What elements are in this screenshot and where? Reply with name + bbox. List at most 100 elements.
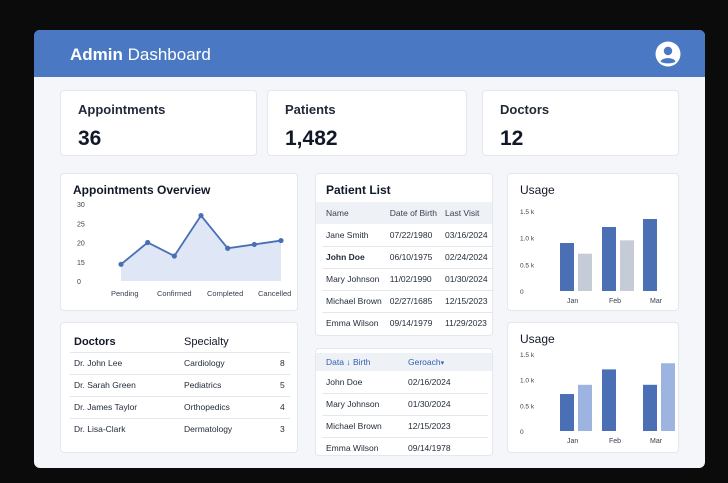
column-header[interactable]: Last Visit — [441, 202, 492, 224]
bar — [661, 363, 675, 431]
table-row[interactable]: Emma Wilson 09/14/1979 11/29/2023 — [322, 312, 492, 334]
column-header[interactable]: Date of Birth — [386, 202, 441, 224]
x-tick-label: Mar — [650, 298, 663, 305]
table-header-row: Doctors Specialty — [70, 333, 290, 352]
card-title: Appointments Overview — [73, 183, 211, 197]
stat-label: Appointments — [78, 102, 166, 117]
table-row[interactable]: Emma Wilson 09/14/1978 — [322, 437, 488, 459]
y-tick-label: 0 — [77, 279, 81, 286]
cell: Mary Johnson — [326, 274, 380, 284]
stat-card-doctors[interactable]: Doctors 12 — [482, 90, 679, 156]
secondary-table-card: Data ↓ Birth Geroach▾ John Doe 02/16/202… — [315, 348, 493, 456]
cell: Emma Wilson — [326, 318, 379, 329]
column-header[interactable]: Geroach▾ — [404, 353, 488, 371]
cell: 01/30/2024 — [408, 399, 451, 409]
cell: 8 — [280, 358, 285, 368]
cell: 3 — [280, 424, 285, 435]
y-tick-label: 1.5 k — [520, 352, 535, 359]
appointments-line-chart: 0 15 20 25 30 Pending Confirmed Completed Cancel… — [77, 202, 291, 298]
cell: Michael Brown — [326, 296, 382, 306]
cell: 09/14/1978 — [408, 443, 451, 454]
table-row[interactable]: John Doe 06/10/1975 02/24/2024 — [322, 246, 492, 268]
y-tick-label: 0 — [520, 429, 524, 436]
sort-down-icon[interactable]: ↓ — [346, 357, 350, 367]
patient-list-card: Patient List Name Date of Birth Last Vis… — [315, 173, 493, 336]
y-tick-label: 25 — [77, 221, 85, 228]
table-row[interactable]: John Doe 02/16/2024 — [322, 371, 488, 393]
data-point — [171, 253, 177, 259]
column-header[interactable]: Specialty — [180, 333, 276, 352]
column-header[interactable]: Data ↓ Birth — [322, 353, 404, 371]
cell: 12/15/2023 — [408, 421, 451, 431]
y-tick-label: 0.5 k — [520, 403, 535, 410]
table-row[interactable]: Michael Brown 02/27/1685 12/15/2023 — [322, 290, 492, 312]
bar — [620, 240, 634, 291]
y-tick-label: 1.0 k — [520, 378, 535, 385]
x-tick-label: Jan — [567, 298, 578, 305]
table-row[interactable]: Mary Johnson 11/02/1990 01/30/2024 — [322, 268, 492, 290]
table-row[interactable]: Dr. Lisa-Clark Dermatology 3 — [70, 418, 290, 440]
y-tick-label: 1.0 k — [520, 236, 535, 243]
x-tick-label: Jan — [567, 438, 578, 445]
table-row[interactable]: Dr. James Taylor Orthopedics 4 — [70, 396, 290, 418]
y-tick-label: 15 — [77, 260, 85, 267]
cell: Dermatology — [184, 424, 233, 435]
y-tick-label: 1.5 k — [520, 209, 535, 216]
bar — [578, 253, 592, 291]
usage-card-1: Usage 0 0.5 k 1.0 k 1.5 k Jan Feb Mar — [507, 173, 679, 311]
cell: Michael Brown — [326, 421, 382, 431]
chevron-down-icon[interactable]: ▾ — [441, 360, 445, 367]
stat-card-appointments[interactable]: Appointments 36 — [60, 90, 257, 156]
cell: Emma Wilson — [326, 443, 379, 454]
table-row[interactable]: Jane Smith 07/22/1980 03/16/2024 — [322, 224, 492, 246]
app-title: Admin Dashboard — [70, 45, 211, 64]
cell: Dr. John Lee — [74, 358, 123, 368]
bar — [643, 384, 657, 431]
cell: 5 — [280, 380, 285, 390]
cell: Jane Smith — [326, 229, 369, 240]
x-tick-label: Feb — [609, 438, 621, 445]
cell: 11/02/1990 — [389, 274, 432, 284]
column-header — [276, 333, 290, 352]
x-tick-label: Feb — [609, 298, 621, 305]
card-title: Usage — [520, 183, 555, 197]
y-tick-label: 20 — [77, 241, 85, 248]
user-circle-icon[interactable] — [655, 41, 681, 67]
cell: 4 — [280, 402, 285, 412]
y-tick-label: 0.5 k — [520, 262, 535, 269]
header-bar: Admin Dashboard — [34, 30, 705, 77]
y-tick-label: 0 — [520, 289, 524, 296]
column-header[interactable]: Name — [322, 202, 386, 224]
table-row[interactable]: Mary Johnson 01/30/2024 — [322, 393, 488, 415]
cell: Dr. Lisa-Clark — [74, 424, 126, 435]
stat-card-patients[interactable]: Patients 1,482 — [267, 90, 467, 156]
stat-label: Doctors — [500, 102, 550, 117]
doctors-card: Doctors Specialty Dr. John Lee Cardiolog… — [60, 322, 298, 453]
y-tick-label: 30 — [77, 202, 85, 209]
x-tick-label: Pending — [111, 289, 139, 298]
secondary-table: Data ↓ Birth Geroach▾ John Doe 02/16/202… — [322, 353, 488, 459]
doctors-table: Doctors Specialty Dr. John Lee Cardiolog… — [70, 333, 290, 440]
cell: John Doe — [326, 252, 365, 262]
cell: Dr. James Taylor — [74, 402, 138, 412]
table-row[interactable]: Michael Brown 12/15/2023 — [322, 415, 488, 437]
data-point — [225, 245, 231, 251]
bar — [560, 394, 574, 431]
appointments-overview-card: Appointments Overview 0 15 20 25 30 Pending Co… — [60, 173, 298, 311]
cell: 03/16/2024 — [445, 229, 488, 240]
x-tick-label: Cancelled — [258, 289, 291, 298]
table-row[interactable]: Dr. John Lee Cardiology 8 — [70, 352, 290, 374]
data-point — [145, 239, 151, 246]
data-point — [251, 241, 257, 248]
column-header[interactable]: Doctors — [70, 333, 180, 352]
cell: 12/15/2023 — [445, 296, 488, 306]
x-tick-label: Mar — [650, 438, 663, 445]
stat-value: 36 — [78, 127, 102, 150]
table-row[interactable]: Dr. Sarah Green Pediatrics 5 — [70, 374, 290, 396]
data-point — [278, 237, 284, 244]
stat-value: 12 — [500, 127, 524, 150]
cell: 06/10/1975 — [389, 252, 433, 262]
area-fill — [121, 215, 281, 281]
card-title: Usage — [520, 332, 555, 346]
dashboard-window: Admin Dashboard Appointments 36 Patients… — [34, 30, 705, 468]
